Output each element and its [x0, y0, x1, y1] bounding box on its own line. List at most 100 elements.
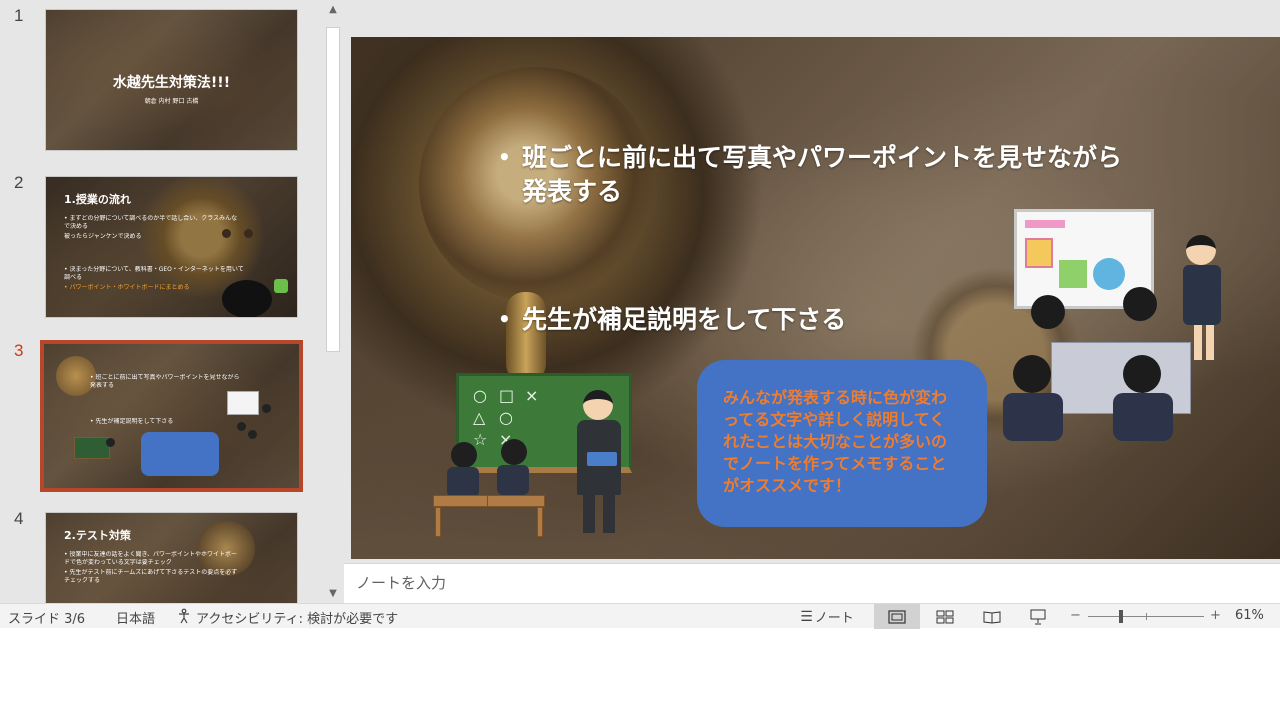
student-body [1113, 393, 1173, 441]
teacher-leg [583, 495, 595, 533]
thumbnail-subtitle: 朝倉 内村 野口 古橋 [144, 98, 199, 105]
notes-icon: ☰ [800, 608, 813, 625]
slide-thumbnail-panel: 1 水越先生対策法!!! 朝倉 内村 野口 古橋 2 1.授業の流れ • まずど… [0, 0, 322, 603]
notes-placeholder[interactable]: ノートを入力 [356, 572, 446, 593]
language-indicator[interactable]: 日本語 [116, 608, 155, 627]
thumbnail-number: 3 [14, 341, 24, 360]
presenter-leg [1206, 325, 1214, 360]
teacher-head [583, 390, 613, 420]
map-background: • 班ごとに前に出て写真やパワーポイントを見せながら 発表する • 先生が補足説… [44, 344, 299, 488]
student-body [497, 465, 529, 495]
slide-indicator: スライド 3/6 [8, 612, 86, 627]
thumbnail-preview[interactable]: 1.授業の流れ • まずどの分野について調べるのか半で話し合い、クラスみんな で… [45, 176, 298, 318]
chalk-symbol: ☆ [473, 430, 488, 449]
thumbnail-title: 1.授業の流れ [64, 193, 131, 206]
thumbnail-line: ドで色が変わっている文字は要チェック [64, 559, 172, 566]
board-chart [1059, 260, 1087, 288]
desk [487, 495, 545, 507]
presenter-head [1186, 235, 1216, 265]
thumbnail-number: 1 [14, 6, 24, 25]
notes-toggle-button[interactable]: ☰ ノート [796, 604, 858, 629]
thumbnail-line: • まずどの分野について調べるのか半で話し合い、クラスみんな [64, 215, 238, 222]
student-head [451, 442, 477, 468]
teacher-book [587, 452, 617, 466]
presentation-board [227, 391, 259, 415]
current-slide[interactable]: • 班ごとに前に出て写真やパワーポイントを見せながら 発表する • 先生が補足説… [351, 37, 1280, 559]
slideshow-button[interactable] [1016, 604, 1060, 629]
globe-background: 1.授業の流れ • まずどの分野について調べるのか半で話し合い、クラスみんな で… [46, 177, 297, 317]
presenter-leg [1194, 325, 1202, 360]
student-head [1031, 295, 1065, 329]
thumbnail-line: • 班ごとに前に出て写真やパワーポイントを見せながら [90, 374, 240, 381]
notes-button-label: ノート [814, 611, 854, 626]
presenter-figure [262, 404, 271, 413]
zoom-out-button[interactable]: − [1070, 608, 1081, 623]
desk-leg [537, 507, 543, 537]
status-bar: スライド 3/6 日本語 アクセシビリティ: 検討が必要です ☰ ノート − +… [0, 603, 1280, 629]
desk-leg [435, 507, 441, 537]
board-pie [1093, 258, 1125, 290]
thumbnail-line: チェックする [64, 577, 101, 584]
student-figure [244, 229, 253, 238]
board-header [1025, 220, 1065, 228]
zoom-slider-thumb[interactable] [1119, 610, 1123, 623]
bullet-icon: • [498, 145, 511, 169]
presenter-uniform [1183, 265, 1221, 325]
chalkboard [74, 437, 110, 459]
map-background: 2.テスト対策 • 授業中に友達の話をよく聞き、パワーポイントやホワイトボー ド… [46, 513, 297, 603]
callout-bubble[interactable]: みんなが発表する時に色が変わってる文字や詳しく説明してくれたことは大切なことが多… [697, 360, 987, 527]
thumbnail-line: • 先生がテスト前にチームズにあげて下さるテストの要点を必ず [64, 569, 238, 576]
powerpoint-window: 1 水越先生対策法!!! 朝倉 内村 野口 古橋 2 1.授業の流れ • まずど… [0, 0, 1280, 720]
teacher-leg [603, 495, 615, 533]
thumbnail-preview[interactable]: 水越先生対策法!!! 朝倉 内村 野口 古橋 [45, 9, 298, 151]
bullet-1-line-2[interactable]: 発表する [522, 175, 622, 209]
chalk-symbol: × [525, 386, 539, 405]
bullet-icon: • [498, 307, 511, 331]
chalk-symbol: ○ [473, 386, 487, 405]
normal-view-icon [888, 609, 906, 624]
zoom-level[interactable]: 61% [1235, 608, 1264, 623]
thumbnail-line: • 先生が補足説明をして下さる [90, 418, 174, 425]
accessibility-person-icon [179, 608, 189, 624]
accessibility-icon[interactable] [176, 608, 192, 625]
notes-pane[interactable]: ノートを入力 [344, 563, 1280, 603]
bullet-2[interactable]: 先生が補足説明をして下さる [522, 303, 846, 337]
thumbnail-scrollbar[interactable]: ▲ ▼ [322, 0, 344, 603]
thumbnail-title: 2.テスト対策 [64, 529, 131, 542]
reading-view-button[interactable] [970, 604, 1014, 629]
scroll-up-arrow-icon[interactable]: ▲ [322, 0, 344, 18]
teacher-figure [106, 438, 115, 447]
slideshow-icon [1030, 609, 1046, 624]
student-body [1003, 393, 1063, 441]
normal-view-button[interactable] [874, 604, 920, 629]
accessibility-status[interactable]: アクセシビリティ: 検討が必要です [196, 608, 398, 627]
reading-view-icon [983, 610, 1001, 624]
zoom-in-button[interactable]: + [1210, 608, 1221, 623]
student-head [1123, 355, 1161, 393]
thumbnail-preview[interactable]: 2.テスト対策 • 授業中に友達の話をよく聞き、パワーポイントやホワイトボー ド… [45, 512, 298, 603]
slide-sorter-button[interactable] [922, 604, 968, 629]
chalk-symbol: ○ [499, 408, 513, 427]
thumbnail-line: 被ったらジャンケンで決める [64, 233, 142, 240]
student-figure [222, 229, 231, 238]
thumbnail-line: で決める [64, 223, 89, 230]
thumbnail-line: • 授業中に友達の話をよく聞き、パワーポイントやホワイトボー [64, 551, 238, 558]
student-head [501, 439, 527, 465]
note-circle [222, 280, 272, 317]
thumbnail-title: 水越先生対策法!!! [112, 75, 231, 91]
desk [433, 495, 491, 507]
student-head [1123, 287, 1157, 321]
scroll-down-arrow-icon[interactable]: ▼ [322, 584, 344, 602]
student-body [447, 467, 479, 497]
scrollbar-thumb[interactable] [326, 27, 340, 352]
slide-sorter-icon [936, 610, 954, 623]
compass-image [196, 521, 256, 576]
thumbnail-preview-selected[interactable]: • 班ごとに前に出て写真やパワーポイントを見せながら 発表する • 先生が補足説… [40, 340, 303, 492]
student-figure [237, 422, 246, 431]
bullet-1-line-1[interactable]: 班ごとに前に出て写真やパワーポイントを見せながら [522, 141, 1122, 175]
student-head [1013, 355, 1051, 393]
thumbnail-number: 2 [14, 173, 24, 192]
chalk-symbol: □ [499, 386, 515, 405]
slide-editing-area: • 班ごとに前に出て写真やパワーポイントを見せながら 発表する • 先生が補足説… [344, 0, 1280, 603]
chalk-symbol: △ [473, 408, 486, 427]
